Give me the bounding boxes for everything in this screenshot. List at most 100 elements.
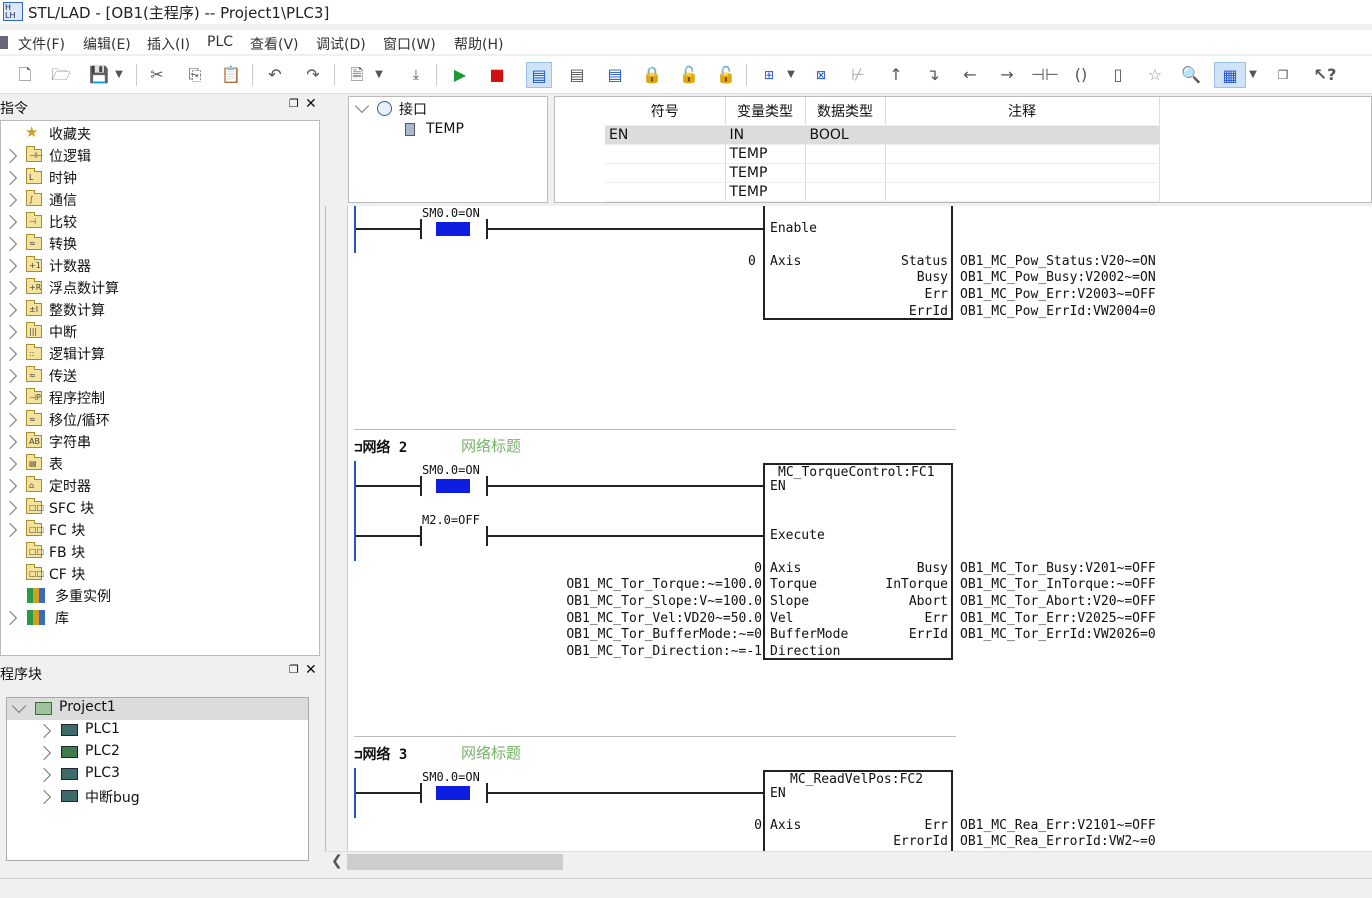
var-type-cell[interactable]: TEMP — [725, 163, 806, 183]
cut-icon[interactable]: ✂ — [144, 62, 170, 88]
close-icon[interactable]: ✕ — [305, 96, 317, 112]
interface-child-label[interactable]: TEMP — [426, 121, 464, 137]
instruction-folder[interactable]: ⊣P 程序控制 — [1, 387, 319, 409]
paste-icon[interactable]: 📋 — [218, 62, 244, 88]
open-folder-icon[interactable]: 🗁 — [48, 62, 74, 88]
system-menu-icon[interactable] — [0, 36, 8, 49]
comment-cell[interactable] — [885, 163, 1160, 183]
data-type-cell[interactable]: BOOL — [805, 125, 886, 145]
menu-debug[interactable]: 调试(D) — [316, 34, 366, 54]
menu-view[interactable]: 查看(V) — [250, 34, 299, 54]
pin-value[interactable]: OB1_MC_Tor_Torque:~=100.0 — [566, 577, 762, 592]
network-title[interactable]: ⊐网络 3 — [354, 744, 407, 764]
pin-value[interactable]: OB1_MC_Tor_BufferMode:~=0 — [566, 627, 762, 642]
chevron-right-icon[interactable] — [2, 302, 18, 318]
document-icon[interactable]: 🗎 — [344, 62, 370, 88]
scroll-left-icon[interactable]: ❮ — [331, 853, 343, 869]
chevron-right-icon[interactable] — [2, 522, 18, 538]
pin-value[interactable]: 0 — [754, 561, 762, 576]
column-header[interactable]: 数据类型 — [805, 97, 886, 126]
restore-window-icon[interactable]: ❐ — [1270, 62, 1296, 88]
lock-icon[interactable]: 🔒 — [639, 62, 665, 88]
chevron-right-icon[interactable] — [2, 500, 18, 516]
horizontal-scrollbar[interactable]: ❮ — [325, 851, 1372, 871]
pin-value[interactable]: OB1_MC_Rea_Err:V2101~=OFF — [960, 818, 1156, 833]
instruction-folder[interactable]: ⊣ 比较 — [1, 211, 319, 233]
context-help-icon[interactable]: ↖? — [1312, 62, 1338, 88]
instruction-folder[interactable]: ⌂ 定时器 — [1, 475, 319, 497]
insert-network-icon[interactable]: ⊞ — [756, 62, 782, 88]
network-comment[interactable]: 网络标题 — [461, 742, 521, 763]
pin-value[interactable]: OB1_MC_Pow_Busy:V2002~=ON — [960, 270, 1156, 285]
network-view-icon[interactable]: ▤ — [564, 62, 590, 88]
unlock-icon[interactable]: 🔓 — [713, 62, 739, 88]
unlock-icon[interactable]: 🔓 — [676, 62, 702, 88]
pin-value[interactable]: OB1_MC_Tor_Err:V2025~=OFF — [960, 611, 1156, 626]
dropdown-arrow-icon[interactable]: ▼ — [112, 62, 126, 88]
instruction-folder[interactable]: ≈ 传送 — [1, 365, 319, 387]
contact-sm0-0[interactable] — [420, 476, 488, 496]
column-header[interactable]: 变量类型 — [725, 97, 806, 126]
pin-value[interactable]: OB1_MC_Rea_ErrorId:VW2~=0 — [960, 834, 1156, 849]
table-row[interactable]: TEMP — [605, 144, 1160, 164]
pin-value[interactable]: 0 — [754, 818, 762, 833]
menu-insert[interactable]: 插入(I) — [147, 34, 190, 54]
undo-icon[interactable]: ↶ — [262, 62, 288, 88]
chevron-right-icon[interactable] — [2, 456, 18, 472]
chevron-right-icon[interactable] — [2, 192, 18, 208]
chevron-right-icon[interactable] — [2, 412, 18, 428]
box-icon[interactable]: ▯ — [1105, 62, 1131, 88]
branch-up-icon[interactable]: ↑ — [883, 62, 909, 88]
contact-m2-0[interactable] — [420, 526, 488, 546]
chevron-right-icon[interactable] — [2, 390, 18, 406]
line-right-icon[interactable]: → — [994, 62, 1020, 88]
instruction-folder[interactable]: ≈ 移位/循环 — [1, 409, 319, 431]
dropdown-arrow-icon[interactable]: ▼ — [784, 62, 798, 88]
instruction-folder[interactable]: +1 计数器 — [1, 255, 319, 277]
instruction-folder[interactable]: :: 逻辑计算 — [1, 343, 319, 365]
tree-item-project1[interactable]: Project1 — [7, 698, 308, 720]
pin-value[interactable]: OB1_MC_Tor_Slope:V~=100.0 — [566, 594, 762, 609]
run-icon[interactable]: ▶ — [447, 62, 473, 88]
data-type-cell[interactable] — [805, 163, 886, 183]
table-row[interactable]: EN IN BOOL — [605, 125, 1160, 145]
save-icon[interactable]: 💾 — [86, 62, 112, 88]
pin-value[interactable]: OB1_MC_Tor_InTorque:~=OFF — [960, 577, 1156, 592]
instruction-folder[interactable]: ★ 收藏夹 — [1, 123, 319, 145]
chevron-right-icon[interactable] — [2, 280, 18, 296]
ladder-editor[interactable]: SM0.0=ON Enable 0 Axis Status OB1_MC_Pow… — [325, 206, 1372, 851]
dropdown-arrow-icon[interactable]: ▼ — [1246, 62, 1260, 88]
network-title[interactable]: ⊐网络 2 — [354, 437, 407, 457]
chevron-right-icon[interactable] — [2, 170, 18, 186]
float-panel-icon[interactable]: ❐ — [289, 663, 299, 676]
pin-value[interactable]: OB1_MC_Tor_Abort:V20~=OFF — [960, 594, 1156, 609]
coil-icon[interactable]: () — [1068, 62, 1094, 88]
instruction-folder[interactable]: □□ CF 块 — [1, 563, 319, 585]
instruction-folder[interactable]: ±I 整数计算 — [1, 299, 319, 321]
chevron-right-icon[interactable] — [36, 767, 52, 783]
network-comment[interactable]: 网络标题 — [461, 435, 521, 456]
pin-value[interactable]: OB1_MC_Tor_ErrId:VW2026=0 — [960, 627, 1156, 642]
data-type-cell[interactable] — [805, 144, 886, 164]
var-type-cell[interactable]: IN — [725, 125, 806, 145]
network-view-icon[interactable]: ▤ — [526, 62, 552, 88]
pin-value[interactable]: OB1_MC_Tor_Vel:VD20~=50.0 — [566, 611, 762, 626]
chevron-right-icon[interactable] — [2, 258, 18, 274]
data-type-cell[interactable] — [805, 182, 886, 202]
table-row[interactable]: TEMP — [605, 182, 1160, 202]
instruction-folder[interactable]: 多重实例 — [1, 585, 319, 607]
chevron-down-icon[interactable] — [354, 98, 370, 114]
menu-help[interactable]: 帮助(H) — [454, 34, 503, 54]
chevron-right-icon[interactable] — [36, 789, 52, 805]
scrollbar-thumb[interactable] — [347, 854, 563, 870]
pin-value[interactable]: OB1_MC_Pow_ErrId:VW2004=0 — [960, 304, 1156, 319]
chevron-right-icon[interactable] — [2, 324, 18, 340]
chevron-right-icon[interactable] — [2, 368, 18, 384]
favorite-star-icon[interactable]: ☆ — [1142, 62, 1168, 88]
symbol-cell[interactable]: EN — [605, 125, 726, 145]
instruction-folder[interactable]: L 时钟 — [1, 167, 319, 189]
pin-value[interactable]: OB1_MC_Pow_Err:V2003~=OFF — [960, 287, 1156, 302]
redo-icon[interactable]: ↷ — [300, 62, 326, 88]
chevron-right-icon[interactable] — [2, 236, 18, 252]
symbol-cell[interactable] — [605, 163, 726, 183]
